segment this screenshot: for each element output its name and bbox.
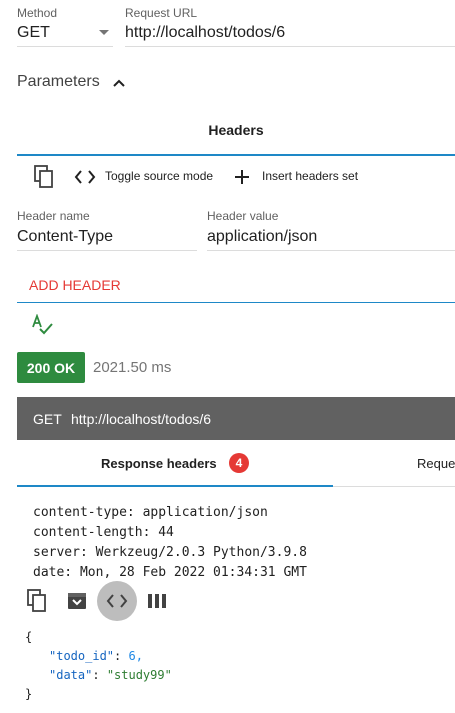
response-time: 2021.50 ms bbox=[93, 359, 172, 376]
code-icon[interactable] bbox=[74, 168, 96, 186]
response-header-line: content-length: 44 bbox=[33, 525, 174, 540]
save-to-file-icon[interactable] bbox=[66, 590, 88, 612]
json-line-todo-id: "todo_id": 6, bbox=[25, 647, 172, 666]
url-input[interactable]: http://localhost/todos/6 bbox=[125, 24, 285, 42]
response-header-line: date: Mon, 28 Feb 2022 01:34:31 GMT bbox=[33, 565, 307, 580]
insert-headers-set-button[interactable]: Insert headers set bbox=[262, 169, 358, 183]
response-header-line: content-type: application/json bbox=[33, 505, 268, 520]
method-label: Method bbox=[17, 6, 58, 20]
response-method: GET bbox=[33, 411, 62, 427]
code-view-toggle-icon[interactable] bbox=[97, 581, 137, 621]
header-name-underline bbox=[17, 250, 197, 251]
parameters-title[interactable]: Parameters bbox=[17, 73, 100, 91]
tab-headers[interactable]: Headers bbox=[17, 122, 455, 138]
headers-divider bbox=[17, 302, 455, 303]
json-colon: : bbox=[92, 668, 107, 682]
json-close-brace: } bbox=[25, 687, 33, 701]
tab-request-headers[interactable]: Reque bbox=[417, 456, 455, 471]
json-colon: : bbox=[114, 649, 129, 663]
method-dropdown-caret-icon[interactable] bbox=[99, 30, 109, 35]
json-key: "todo_id" bbox=[49, 649, 115, 663]
response-body-json: { "todo_id": 6, "data": "study99" } bbox=[25, 628, 172, 704]
url-label: Request URL bbox=[125, 6, 198, 20]
response-url-bar: GET http://localhost/todos/6 bbox=[17, 397, 455, 440]
copy-response-icon[interactable] bbox=[25, 589, 49, 613]
toggle-source-mode-button[interactable]: Toggle source mode bbox=[105, 169, 213, 183]
chevron-up-icon[interactable] bbox=[112, 76, 126, 94]
header-name-input[interactable]: Content-Type bbox=[17, 228, 113, 246]
header-value-input[interactable]: application/json bbox=[207, 228, 317, 246]
json-string-value: "study99" bbox=[106, 668, 172, 682]
spellcheck-icon[interactable] bbox=[31, 313, 53, 341]
method-underline bbox=[17, 46, 113, 47]
add-header-button[interactable]: ADD HEADER bbox=[29, 277, 121, 293]
response-headers-count-badge: 4 bbox=[229, 453, 249, 473]
header-value-label: Header value bbox=[207, 209, 279, 223]
copy-icon[interactable] bbox=[32, 165, 56, 189]
status-badge: 200 OK bbox=[17, 352, 85, 383]
response-header-line: server: Werkzeug/2.0.3 Python/3.9.8 bbox=[33, 545, 307, 560]
json-number-value: 6, bbox=[128, 649, 143, 663]
columns-view-icon[interactable] bbox=[147, 591, 167, 611]
url-underline bbox=[125, 46, 455, 47]
response-url: http://localhost/todos/6 bbox=[71, 411, 212, 427]
plus-icon[interactable] bbox=[233, 168, 251, 186]
tab-response-headers[interactable]: Response headers bbox=[101, 456, 217, 471]
header-value-underline bbox=[207, 250, 455, 251]
json-key: "data" bbox=[49, 668, 93, 682]
method-select-value[interactable]: GET bbox=[17, 24, 50, 42]
json-open-brace: { bbox=[25, 630, 33, 644]
response-headers-list: content-type: application/json content-l… bbox=[33, 503, 307, 583]
tab-response-headers-indicator bbox=[17, 485, 333, 487]
json-line-data: "data": "study99" bbox=[25, 666, 172, 685]
tab-headers-indicator bbox=[17, 154, 455, 156]
header-name-label: Header name bbox=[17, 209, 90, 223]
